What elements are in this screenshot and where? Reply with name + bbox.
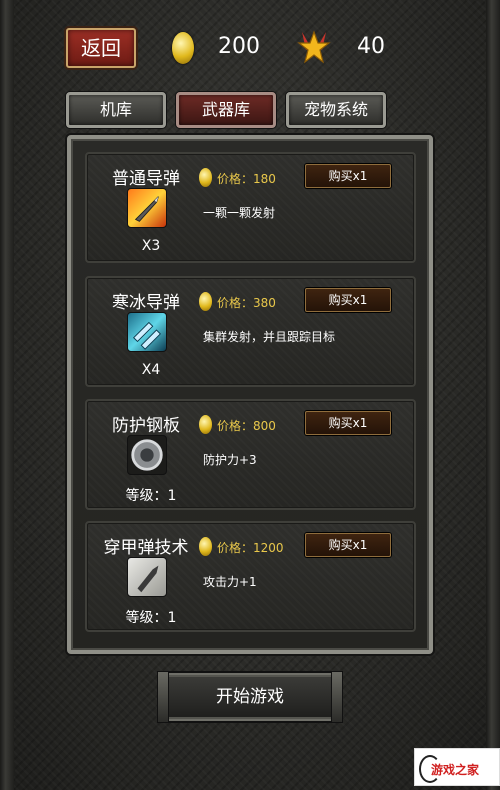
item-stat: 等级：1 (125, 610, 177, 626)
coin-icon (199, 168, 212, 187)
buy-button[interactable]: 购买x1 (305, 288, 391, 312)
item-description: 一颗一颗发射 (203, 206, 276, 220)
coin-icon (199, 415, 212, 434)
item-stat: X3 (141, 238, 161, 254)
list-item: 普通导弹 X3 价格：180 购买x1 一颗一颗发射 (85, 152, 416, 263)
shield-plate-icon (127, 435, 167, 475)
item-stat: X4 (141, 362, 161, 378)
frame-right (486, 0, 500, 790)
coin-icon (172, 32, 194, 64)
buy-button[interactable]: 购买x1 (305, 533, 391, 557)
list-item: 寒冰导弹 X4 价格：380 购买x1 集群发射，并且跟踪目标 (85, 276, 416, 387)
item-name: 穿甲弹技术 (103, 538, 189, 558)
item-price: 价格：1200 (217, 541, 284, 555)
list-item: 防护钢板 等级：1 价格：800 购买x1 防护力+3 (85, 399, 416, 510)
item-name: 寒冰导弹 (112, 293, 180, 313)
coin-icon (199, 537, 212, 556)
tab-armory[interactable]: 武器库 (176, 92, 276, 128)
item-price: 价格：380 (217, 296, 276, 310)
tab-pet-system[interactable]: 宠物系统 (286, 92, 386, 128)
item-description: 集群发射，并且跟踪目标 (203, 330, 336, 344)
item-description: 防护力+3 (203, 453, 257, 467)
item-price: 价格：180 (217, 172, 276, 186)
item-price: 价格：800 (217, 419, 276, 433)
item-description: 攻击力+1 (203, 575, 257, 589)
missile-icon (127, 188, 167, 228)
buy-button[interactable]: 购买x1 (305, 411, 391, 435)
coins-count: 200 (218, 34, 260, 59)
buy-button[interactable]: 购买x1 (305, 164, 391, 188)
ice-missile-icon (127, 312, 167, 352)
start-game-button[interactable]: 开始游戏 (157, 671, 343, 723)
tab-hangar[interactable]: 机库 (66, 92, 166, 128)
coin-icon (199, 292, 212, 311)
armory-panel: 普通导弹 X3 价格：180 购买x1 一颗一颗发射 寒冰导弹 X4 价格：38… (67, 135, 433, 654)
list-item: 穿甲弹技术 等级：1 价格：1200 购买x1 攻击力+1 (85, 521, 416, 632)
item-name: 防护钢板 (112, 416, 180, 436)
item-stat: 等级：1 (125, 488, 177, 504)
watermark-text: 游戏之家 (431, 763, 480, 777)
watermark-logo: 游戏之家 (414, 748, 500, 786)
star-medal-icon (297, 30, 331, 64)
frame-left (0, 0, 14, 790)
back-button[interactable]: 返回 (66, 28, 136, 68)
item-name: 普通导弹 (112, 169, 180, 189)
stars-count: 40 (357, 34, 385, 59)
armor-piercing-shell-icon (127, 557, 167, 597)
